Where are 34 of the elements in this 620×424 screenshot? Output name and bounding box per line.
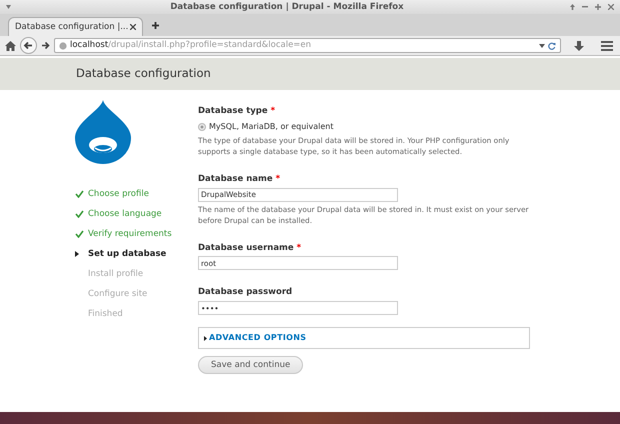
radio-button[interactable] (198, 122, 206, 131)
arrow-icon (75, 251, 79, 257)
home-icon[interactable] (5, 40, 16, 50)
field-label: Database username * (198, 242, 302, 254)
step-label: Set up database (88, 248, 166, 260)
step-label: Choose profile (88, 188, 149, 200)
url-text: localhost/drupal/install.php?profile=standard&locale=en (70, 39, 312, 52)
step-label: Choose language (88, 208, 162, 220)
page-title: Database configuration (76, 65, 211, 82)
minimize-icon[interactable] (582, 6, 588, 8)
step-label: Verify requirements (88, 228, 172, 240)
forward-icon[interactable] (41, 41, 50, 50)
field-label: Database name * (198, 172, 282, 186)
close-icon[interactable] (608, 4, 614, 10)
step-label: Finished (88, 308, 123, 320)
drupal-logo (75, 100, 131, 164)
step-label: Configure site (88, 288, 148, 300)
window-title: Database configuration | Drupal - Mozilla Firefox (169, 0, 405, 14)
radio-label: MySQL, MariaDB, or equivalent (209, 120, 334, 133)
field-label: Database password (198, 286, 294, 299)
new-tab-icon[interactable] (152, 22, 159, 29)
back-icon[interactable] (20, 37, 37, 54)
arrow-up-icon[interactable] (570, 4, 575, 10)
save-button[interactable]: Save and continue (198, 356, 304, 374)
reload-icon[interactable] (548, 42, 556, 50)
address-bar[interactable]: localhost/drupal/install.php?profile=standard&locale=en (54, 38, 561, 53)
advanced-options-link[interactable]: ADVANCED OPTIONS (209, 332, 306, 344)
field-label: Database type * (198, 105, 276, 118)
browser-tab[interactable]: Database configuration |... (8, 17, 143, 36)
maximize-icon[interactable] (595, 4, 601, 10)
dropdown-caret-icon[interactable] (539, 44, 545, 48)
step-label: Install profile (88, 268, 144, 280)
caret-icon[interactable] (6, 5, 11, 9)
close-icon[interactable] (130, 24, 136, 30)
